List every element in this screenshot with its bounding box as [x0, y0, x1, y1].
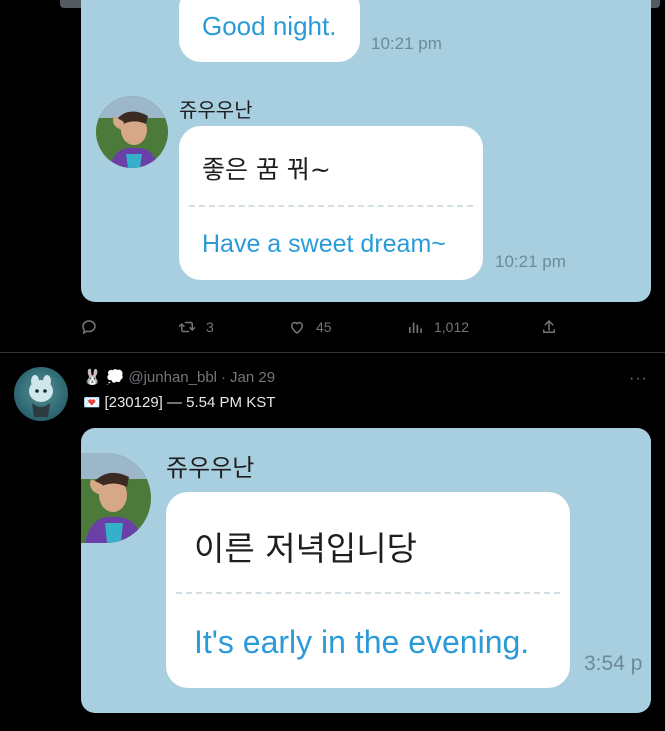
heart-icon: [290, 321, 304, 334]
chat-bubble: 좋은 꿈 꿔~ Have a sweet dream~: [179, 126, 483, 280]
bubble-korean-text: 좋은 꿈 꿔~: [202, 155, 331, 184]
views-icon: [409, 322, 422, 333]
view-count: 1,012: [434, 319, 470, 335]
bunny-emoji-icon: 🐰: [83, 369, 102, 386]
love-letter-emoji-icon: 💌: [83, 394, 101, 410]
bubble-korean-text: 이른 저녁입니당: [194, 529, 418, 568]
like-count: 45: [316, 319, 332, 335]
reply-icon: [82, 320, 96, 335]
tweet-action-bar: 3 45 1,012: [80, 312, 560, 342]
tweet-date[interactable]: Jan 29: [230, 369, 275, 386]
user-handle[interactable]: @junhan_bbl: [128, 369, 217, 386]
tweet-text: 💌 [230129] — 5.54 PM KST: [83, 394, 275, 411]
thought-bubble-emoji-icon: 💭: [105, 369, 125, 386]
profile-avatar[interactable]: [14, 367, 68, 421]
chat-bubble-previous: Good night.: [179, 0, 360, 62]
bubble-english-text: Have a sweet dream~: [202, 230, 446, 258]
reply-button[interactable]: [80, 312, 108, 342]
message-time: 10:21 pm: [495, 252, 566, 271]
share-icon: [543, 320, 555, 333]
chat-screenshot-card[interactable]: Good night. 10:21 pm 쥬우우난 좋은 꿈 꿔~ Have a…: [81, 0, 651, 302]
more-options-icon[interactable]: ···: [629, 370, 648, 388]
header-separator: ·: [221, 368, 227, 386]
sender-name: 쥬우우난: [179, 98, 253, 122]
share-button[interactable]: [540, 312, 558, 342]
like-button[interactable]: 45: [288, 312, 332, 342]
sender-name: 쥬우우난: [166, 454, 255, 482]
retweet-count: 3: [206, 319, 214, 335]
bubble-english-text: It's early in the evening.: [194, 624, 530, 660]
views-button[interactable]: 1,012: [406, 312, 469, 342]
chat-bubble: 이른 저녁입니당 It's early in the evening.: [166, 492, 570, 688]
sender-avatar: [96, 96, 168, 168]
tweet-header: 🐰 💭 @junhan_bbl · Jan 29: [83, 368, 275, 387]
message-time: 10:21 pm: [371, 34, 442, 53]
bubble-divider: [176, 592, 560, 594]
tweet-divider: [0, 352, 665, 353]
chat-screenshot-card[interactable]: 쥬우우난 이른 저녁입니당 It's early in the evening.…: [81, 428, 651, 713]
bubble-divider: [189, 205, 473, 207]
retweet-button[interactable]: 3: [178, 312, 214, 342]
sender-avatar: [81, 453, 151, 543]
bubble-english-text: Good night.: [202, 11, 337, 41]
retweet-icon: [178, 321, 196, 333]
tweet-body: [230129] — 5.54 PM KST: [104, 394, 276, 411]
message-time: 3:54 p: [584, 652, 643, 675]
